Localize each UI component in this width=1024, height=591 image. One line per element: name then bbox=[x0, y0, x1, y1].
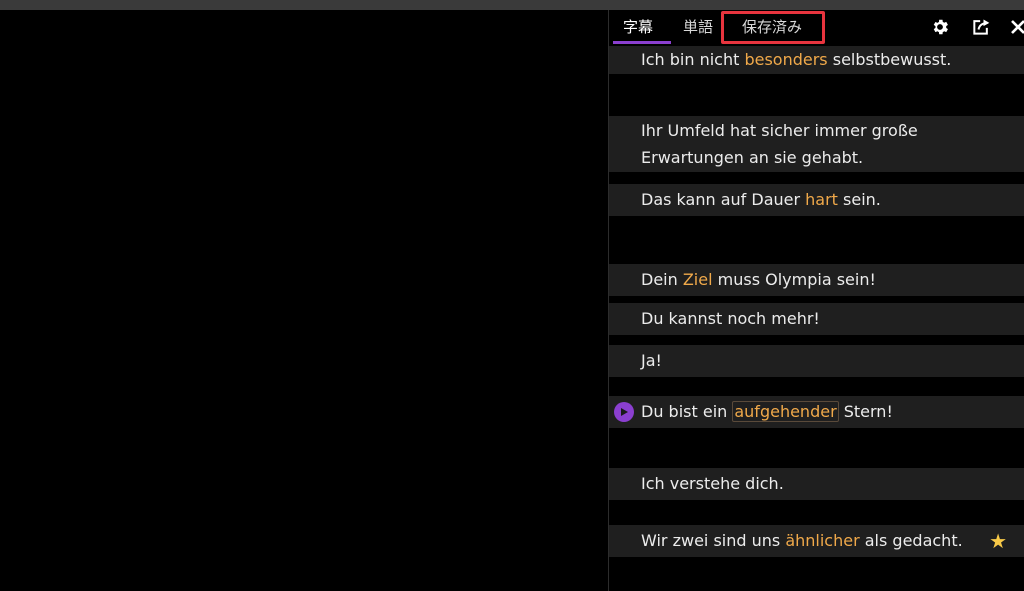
subtitle-text: Ja! bbox=[641, 351, 662, 370]
highlighted-word[interactable]: hart bbox=[805, 190, 838, 209]
highlighted-word[interactable]: ähnlicher bbox=[785, 531, 859, 550]
subtitle-text: Du kannst noch mehr! bbox=[641, 309, 820, 328]
star-icon[interactable]: ★ bbox=[989, 531, 1007, 551]
tab-words[interactable]: 単語 bbox=[683, 16, 713, 42]
selected-word[interactable]: aufgehender bbox=[732, 401, 839, 422]
subtitle-text: Wir zwei sind uns ähnlicher als gedacht. bbox=[641, 531, 963, 550]
subtitle-row[interactable]: Ich verstehe dich. bbox=[609, 468, 1024, 500]
subtitle-panel: 字幕 単語 保存済み Ich bin nicht besonders selbs… bbox=[608, 10, 1024, 591]
subtitle-text: Ich bin nicht besonders selbstbewusst. bbox=[641, 50, 952, 69]
subtitle-text-line-2: Erwartungen an sie gehabt. bbox=[641, 148, 864, 167]
highlighted-word[interactable]: Ziel bbox=[683, 270, 713, 289]
subtitle-text-line-1: Ihr Umfeld hat sicher immer große bbox=[641, 121, 918, 140]
subtitle-text: Das kann auf Dauer hart sein. bbox=[641, 190, 881, 209]
highlighted-word[interactable]: besonders bbox=[744, 50, 827, 69]
subtitle-row[interactable]: Das kann auf Dauer hart sein. bbox=[609, 184, 1024, 216]
subtitle-row[interactable]: Wir zwei sind uns ähnlicher als gedacht.… bbox=[609, 525, 1024, 557]
close-icon[interactable] bbox=[1007, 16, 1024, 38]
subtitle-row[interactable]: Du kannst noch mehr! bbox=[609, 303, 1024, 335]
subtitle-row[interactable]: Ja! bbox=[609, 345, 1024, 377]
subtitle-row[interactable]: Dein Ziel muss Olympia sein! bbox=[609, 264, 1024, 296]
subtitle-row[interactable]: Ihr Umfeld hat sicher immer große Erwart… bbox=[609, 116, 1024, 172]
video-area[interactable] bbox=[0, 10, 608, 591]
gear-icon[interactable] bbox=[929, 16, 951, 38]
subtitle-row-active[interactable]: Du bist ein aufgehender Stern! bbox=[609, 396, 1024, 428]
tab-bar: 字幕 単語 保存済み bbox=[609, 10, 1024, 46]
subtitle-text: Dein Ziel muss Olympia sein! bbox=[641, 270, 876, 289]
subtitle-text: Ich verstehe dich. bbox=[641, 474, 784, 493]
row-gap bbox=[609, 74, 1024, 104]
export-icon[interactable] bbox=[970, 16, 992, 38]
subtitle-text: Du bist ein aufgehender Stern! bbox=[641, 401, 893, 422]
tab-subtitles[interactable]: 字幕 bbox=[623, 16, 653, 42]
top-bar bbox=[0, 0, 1024, 10]
active-tab-indicator bbox=[613, 41, 671, 44]
saved-tab-highlight-box bbox=[721, 11, 825, 44]
play-icon[interactable] bbox=[614, 402, 634, 422]
subtitle-row[interactable]: Ich bin nicht besonders selbstbewusst. bbox=[609, 46, 1024, 74]
